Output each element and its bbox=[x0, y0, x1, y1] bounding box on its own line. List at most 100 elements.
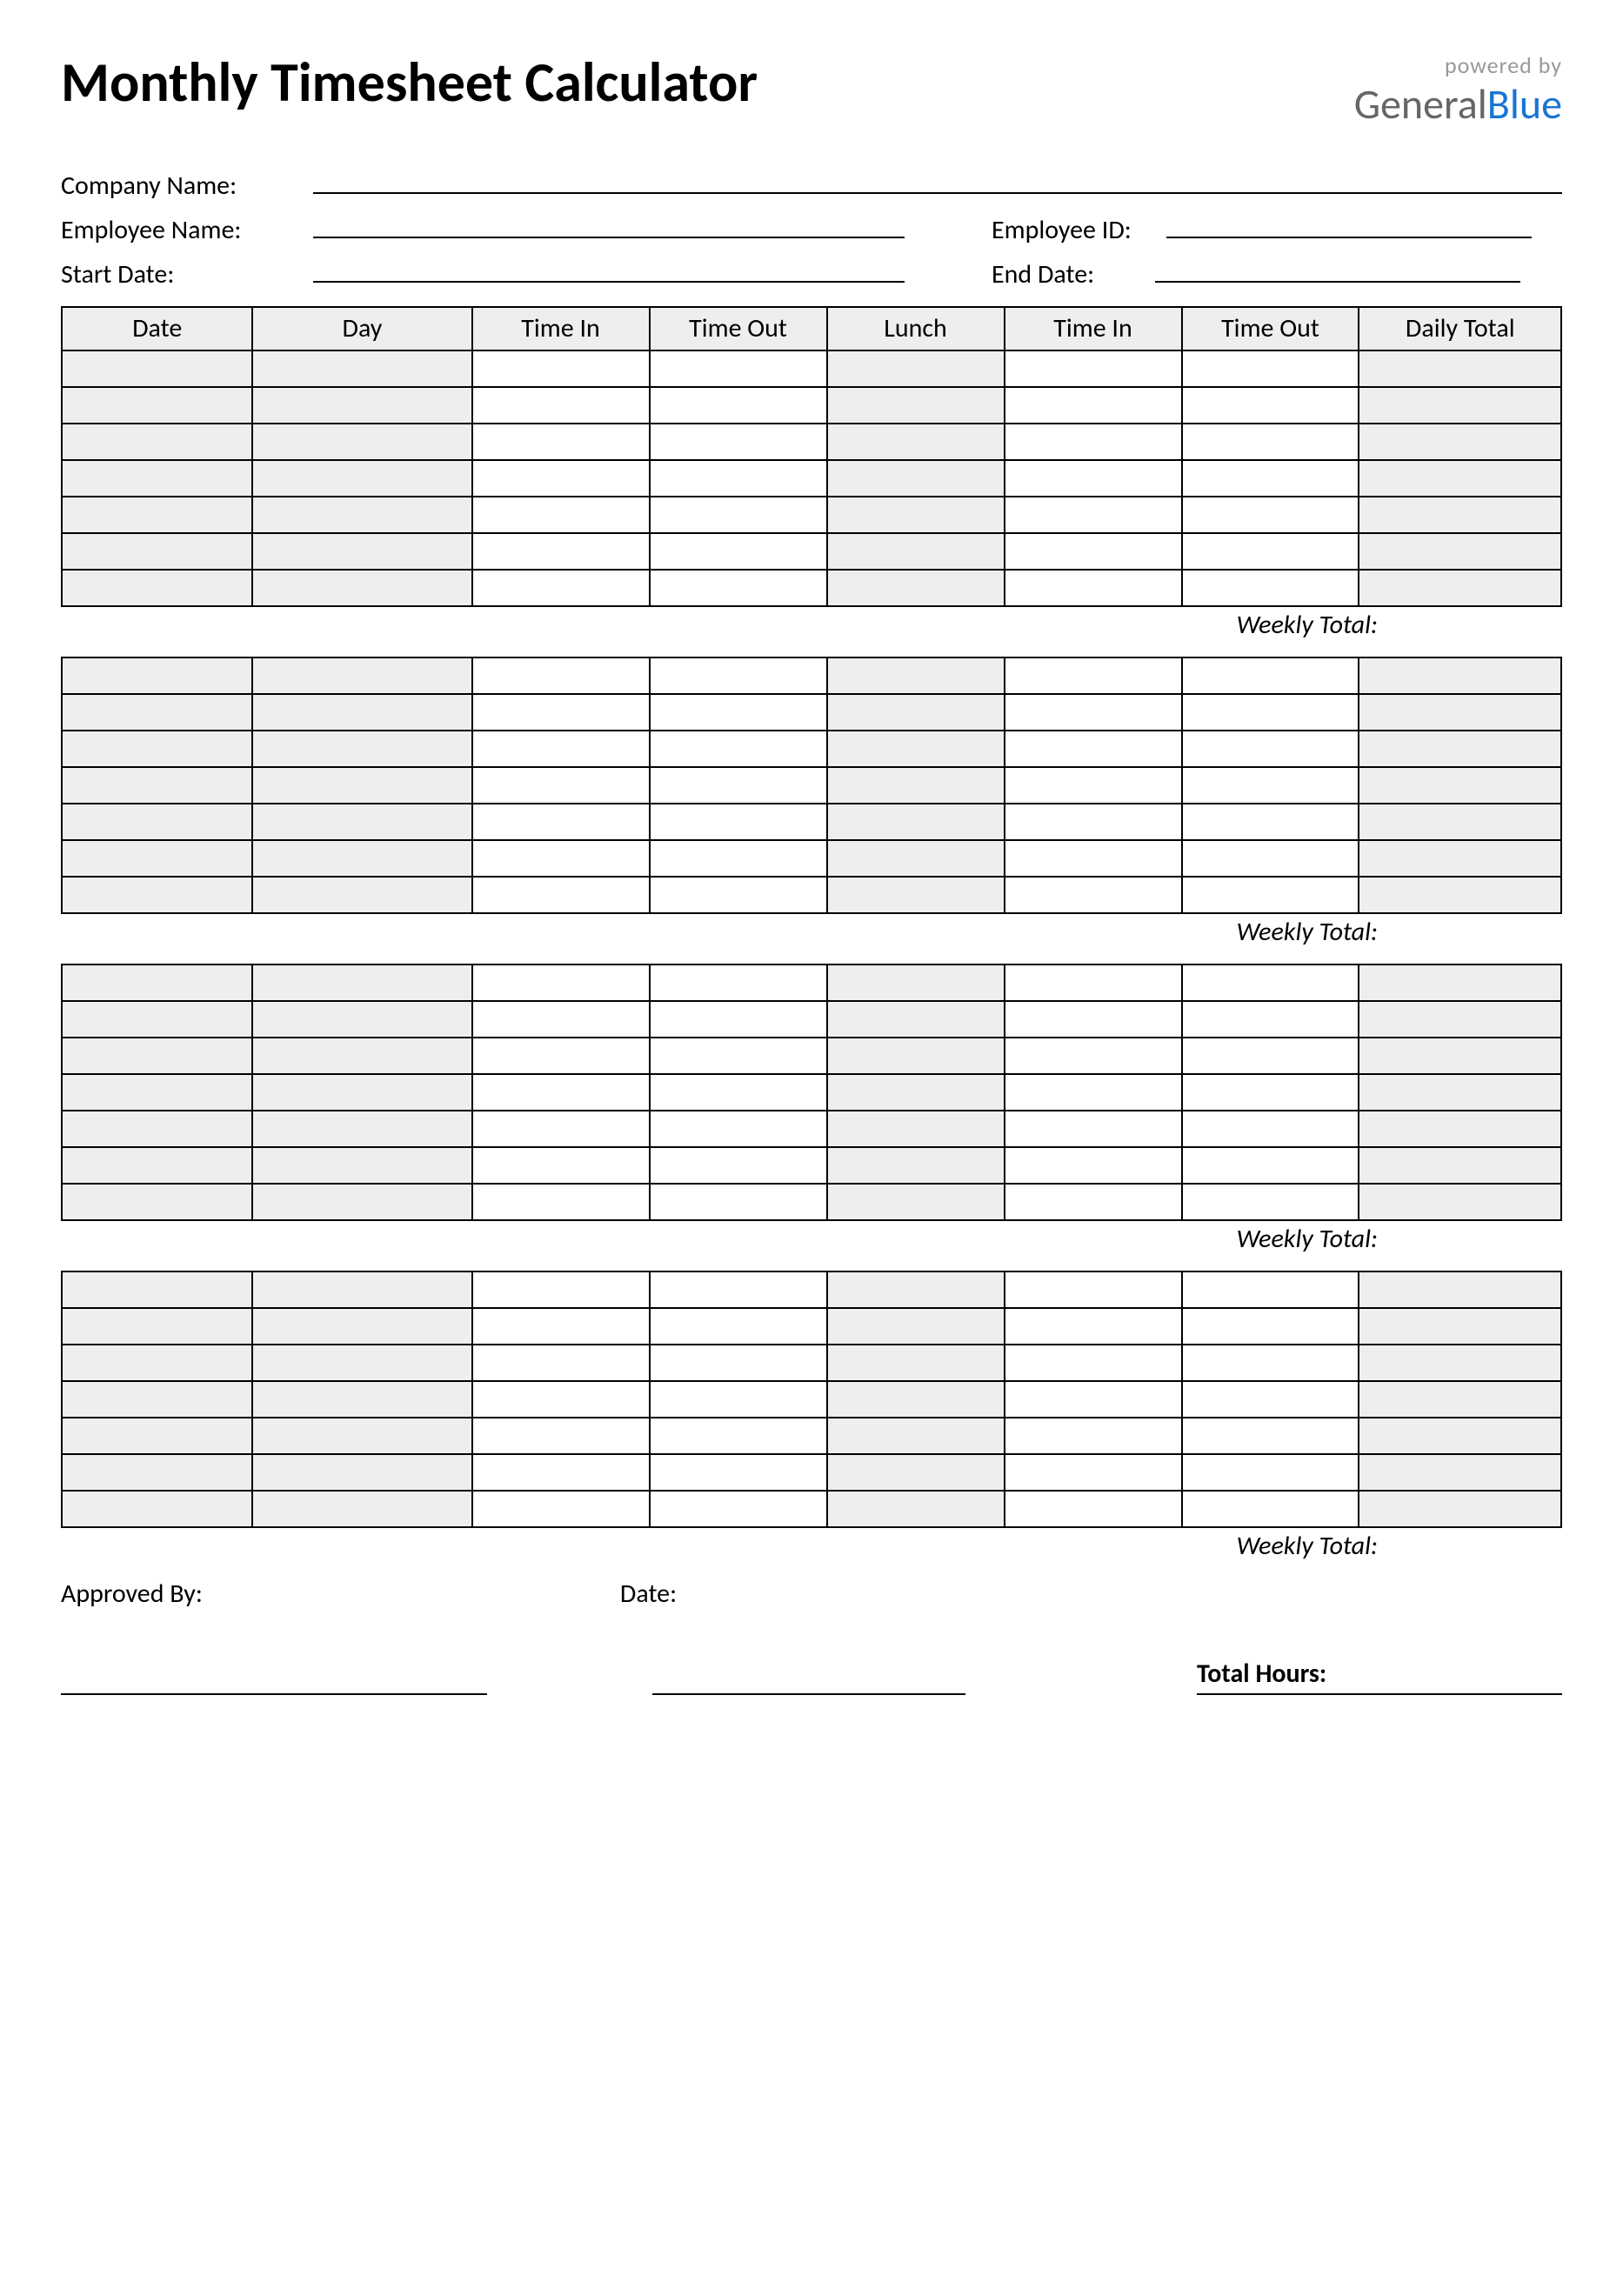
approved-by-signature[interactable] bbox=[61, 1693, 487, 1695]
cell-time-in-2[interactable] bbox=[1005, 1038, 1182, 1074]
cell-time-out-2[interactable] bbox=[1182, 1001, 1359, 1038]
cell-time-out-2[interactable] bbox=[1182, 497, 1359, 533]
cell-daily-total[interactable] bbox=[1359, 1001, 1561, 1038]
cell-time-out-1[interactable] bbox=[650, 1111, 827, 1147]
company-name-field[interactable] bbox=[313, 164, 1562, 194]
cell-time-in-2[interactable] bbox=[1005, 424, 1182, 460]
cell-day[interactable] bbox=[252, 533, 471, 570]
cell-time-in-2[interactable] bbox=[1005, 570, 1182, 606]
cell-time-out-1[interactable] bbox=[650, 460, 827, 497]
cell-time-in-1[interactable] bbox=[472, 1074, 650, 1111]
cell-time-out-1[interactable] bbox=[650, 1454, 827, 1491]
cell-time-out-1[interactable] bbox=[650, 533, 827, 570]
cell-day[interactable] bbox=[252, 1111, 471, 1147]
cell-time-out-1[interactable] bbox=[650, 694, 827, 731]
cell-time-out-2[interactable] bbox=[1182, 840, 1359, 877]
cell-time-in-2[interactable] bbox=[1005, 1491, 1182, 1527]
cell-lunch[interactable] bbox=[827, 767, 1005, 804]
cell-daily-total[interactable] bbox=[1359, 387, 1561, 424]
cell-day[interactable] bbox=[252, 657, 471, 694]
cell-date[interactable] bbox=[62, 460, 252, 497]
cell-time-in-2[interactable] bbox=[1005, 497, 1182, 533]
cell-time-in-2[interactable] bbox=[1005, 1271, 1182, 1308]
cell-daily-total[interactable] bbox=[1359, 877, 1561, 913]
cell-time-out-2[interactable] bbox=[1182, 1147, 1359, 1184]
cell-date[interactable] bbox=[62, 1454, 252, 1491]
cell-time-in-1[interactable] bbox=[472, 877, 650, 913]
cell-day[interactable] bbox=[252, 767, 471, 804]
cell-time-in-1[interactable] bbox=[472, 1308, 650, 1345]
cell-day[interactable] bbox=[252, 350, 471, 387]
cell-time-out-1[interactable] bbox=[650, 1418, 827, 1454]
cell-daily-total[interactable] bbox=[1359, 1308, 1561, 1345]
cell-time-out-2[interactable] bbox=[1182, 460, 1359, 497]
cell-day[interactable] bbox=[252, 387, 471, 424]
cell-day[interactable] bbox=[252, 694, 471, 731]
cell-day[interactable] bbox=[252, 424, 471, 460]
cell-time-out-2[interactable] bbox=[1182, 1038, 1359, 1074]
cell-daily-total[interactable] bbox=[1359, 460, 1561, 497]
cell-daily-total[interactable] bbox=[1359, 1345, 1561, 1381]
cell-date[interactable] bbox=[62, 1381, 252, 1418]
cell-date[interactable] bbox=[62, 767, 252, 804]
cell-daily-total[interactable] bbox=[1359, 1271, 1561, 1308]
cell-daily-total[interactable] bbox=[1359, 424, 1561, 460]
cell-time-in-2[interactable] bbox=[1005, 1418, 1182, 1454]
cell-date[interactable] bbox=[62, 1345, 252, 1381]
cell-day[interactable] bbox=[252, 1381, 471, 1418]
cell-time-in-1[interactable] bbox=[472, 1001, 650, 1038]
cell-time-in-2[interactable] bbox=[1005, 533, 1182, 570]
cell-time-in-1[interactable] bbox=[472, 840, 650, 877]
employee-name-field[interactable] bbox=[313, 209, 905, 238]
cell-time-out-1[interactable] bbox=[650, 497, 827, 533]
cell-time-out-1[interactable] bbox=[650, 877, 827, 913]
cell-time-out-2[interactable] bbox=[1182, 1271, 1359, 1308]
cell-time-in-2[interactable] bbox=[1005, 460, 1182, 497]
cell-day[interactable] bbox=[252, 731, 471, 767]
cell-time-in-2[interactable] bbox=[1005, 1184, 1182, 1220]
cell-date[interactable] bbox=[62, 497, 252, 533]
cell-time-in-2[interactable] bbox=[1005, 657, 1182, 694]
cell-time-out-1[interactable] bbox=[650, 1074, 827, 1111]
cell-daily-total[interactable] bbox=[1359, 840, 1561, 877]
cell-time-in-1[interactable] bbox=[472, 497, 650, 533]
date-signature[interactable] bbox=[652, 1693, 965, 1695]
cell-date[interactable] bbox=[62, 1308, 252, 1345]
cell-date[interactable] bbox=[62, 1147, 252, 1184]
cell-time-out-2[interactable] bbox=[1182, 804, 1359, 840]
cell-time-in-1[interactable] bbox=[472, 533, 650, 570]
cell-time-in-1[interactable] bbox=[472, 1147, 650, 1184]
cell-time-in-2[interactable] bbox=[1005, 1001, 1182, 1038]
cell-lunch[interactable] bbox=[827, 1111, 1005, 1147]
cell-date[interactable] bbox=[62, 350, 252, 387]
cell-lunch[interactable] bbox=[827, 840, 1005, 877]
cell-day[interactable] bbox=[252, 877, 471, 913]
cell-daily-total[interactable] bbox=[1359, 767, 1561, 804]
cell-lunch[interactable] bbox=[827, 1308, 1005, 1345]
cell-date[interactable] bbox=[62, 533, 252, 570]
cell-time-out-1[interactable] bbox=[650, 657, 827, 694]
cell-time-out-1[interactable] bbox=[650, 1038, 827, 1074]
start-date-field[interactable] bbox=[313, 253, 905, 283]
cell-daily-total[interactable] bbox=[1359, 1454, 1561, 1491]
cell-time-in-2[interactable] bbox=[1005, 694, 1182, 731]
cell-time-out-2[interactable] bbox=[1182, 387, 1359, 424]
cell-day[interactable] bbox=[252, 1001, 471, 1038]
cell-lunch[interactable] bbox=[827, 460, 1005, 497]
cell-lunch[interactable] bbox=[827, 1345, 1005, 1381]
cell-daily-total[interactable] bbox=[1359, 497, 1561, 533]
cell-time-in-1[interactable] bbox=[472, 424, 650, 460]
cell-time-in-1[interactable] bbox=[472, 1184, 650, 1220]
cell-date[interactable] bbox=[62, 424, 252, 460]
cell-date[interactable] bbox=[62, 877, 252, 913]
cell-time-in-1[interactable] bbox=[472, 1418, 650, 1454]
cell-lunch[interactable] bbox=[827, 731, 1005, 767]
cell-lunch[interactable] bbox=[827, 804, 1005, 840]
cell-date[interactable] bbox=[62, 731, 252, 767]
cell-date[interactable] bbox=[62, 1491, 252, 1527]
cell-time-in-1[interactable] bbox=[472, 1491, 650, 1527]
cell-lunch[interactable] bbox=[827, 570, 1005, 606]
cell-date[interactable] bbox=[62, 840, 252, 877]
cell-time-in-2[interactable] bbox=[1005, 350, 1182, 387]
cell-time-out-1[interactable] bbox=[650, 1184, 827, 1220]
